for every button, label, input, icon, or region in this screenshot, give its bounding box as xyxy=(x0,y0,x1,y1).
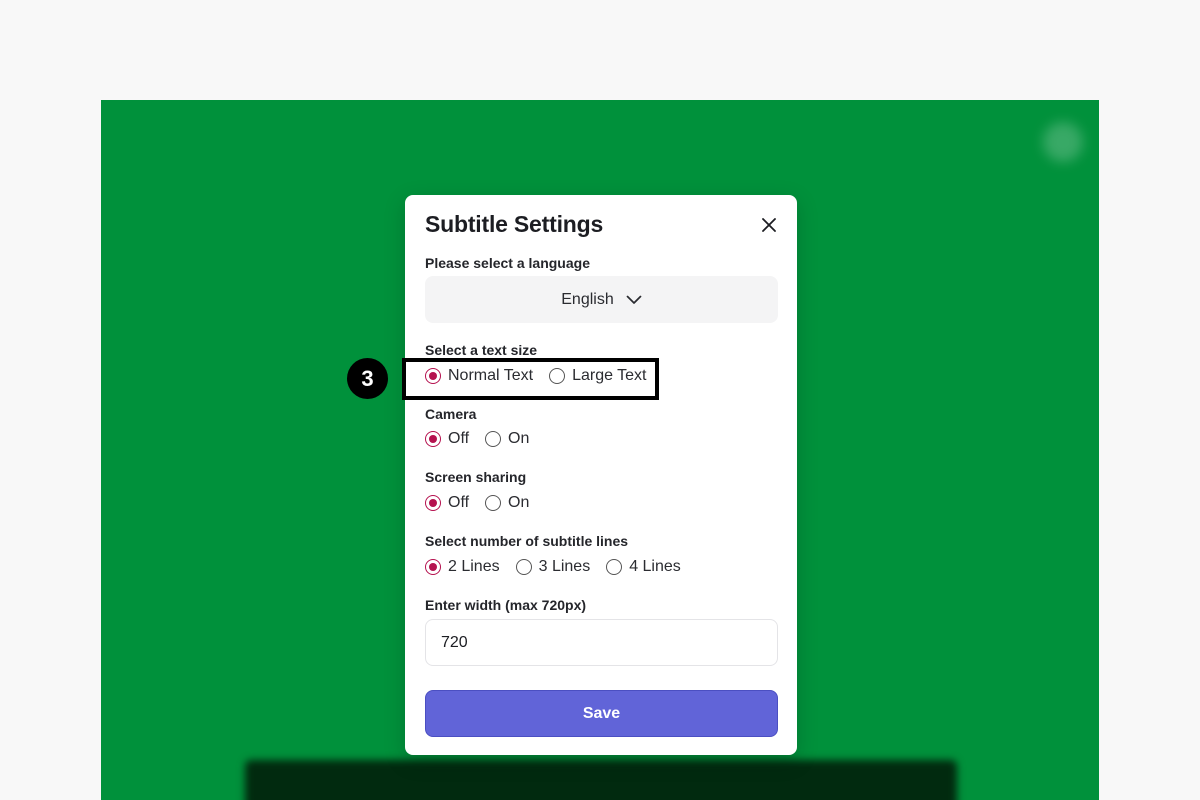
blurred-corner-button[interactable] xyxy=(1043,122,1083,162)
radio-screen-sharing-on[interactable]: On xyxy=(485,494,529,512)
close-icon xyxy=(762,218,776,232)
text-size-radio-group: Normal Text Large Text xyxy=(425,365,662,387)
screen-sharing-label: Screen sharing xyxy=(425,469,527,485)
subtitle-lines-radio-group: 2 Lines 3 Lines 4 Lines xyxy=(425,556,697,578)
radio-label: On xyxy=(508,430,530,447)
radio-label: Large Text xyxy=(572,367,647,384)
radio-label: 3 Lines xyxy=(538,558,591,575)
width-label: Enter width (max 720px) xyxy=(425,597,587,613)
radio-normal-text[interactable]: Normal Text xyxy=(425,367,533,385)
radio-4-lines[interactable]: 4 Lines xyxy=(606,558,681,576)
radio-checked-indicator[interactable] xyxy=(425,431,441,447)
radio-checked-indicator[interactable] xyxy=(425,368,441,384)
subtitle-settings-modal: Subtitle Settings Please select a langua… xyxy=(405,195,797,755)
chevron-down-icon xyxy=(626,295,642,304)
radio-camera-off[interactable]: Off xyxy=(425,430,469,448)
radio-unchecked-indicator[interactable] xyxy=(549,368,566,384)
subtitle-preview-bar xyxy=(245,760,957,800)
step-number-badge: 3 xyxy=(347,358,388,399)
radio-label: Off xyxy=(448,494,470,511)
camera-label: Camera xyxy=(425,406,477,422)
close-button[interactable] xyxy=(755,211,783,239)
radio-checked-indicator[interactable] xyxy=(425,495,441,511)
radio-checked-indicator[interactable] xyxy=(425,559,441,575)
radio-label: On xyxy=(508,494,530,511)
subtitle-lines-label: Select number of subtitle lines xyxy=(425,533,629,549)
radio-unchecked-indicator[interactable] xyxy=(485,431,502,447)
radio-label: Normal Text xyxy=(448,367,534,384)
text-size-label: Select a text size xyxy=(425,342,538,358)
modal-title: Subtitle Settings xyxy=(425,211,604,237)
width-input[interactable] xyxy=(425,619,778,666)
radio-label: 4 Lines xyxy=(629,558,681,575)
radio-label: 2 Lines xyxy=(448,558,500,575)
radio-screen-sharing-off[interactable]: Off xyxy=(425,494,469,512)
radio-label: Off xyxy=(448,430,470,447)
radio-unchecked-indicator[interactable] xyxy=(606,559,623,575)
save-button[interactable]: Save xyxy=(425,690,778,737)
language-label: Please select a language xyxy=(425,255,590,271)
radio-3-lines[interactable]: 3 Lines xyxy=(515,558,591,576)
radio-unchecked-indicator[interactable] xyxy=(515,559,532,575)
radio-2-lines[interactable]: 2 Lines xyxy=(425,558,500,576)
language-select[interactable]: English xyxy=(425,276,778,323)
radio-camera-on[interactable]: On xyxy=(485,430,529,448)
radio-large-text[interactable]: Large Text xyxy=(549,367,646,385)
radio-unchecked-indicator[interactable] xyxy=(485,495,502,511)
screen-sharing-radio-group: Off On xyxy=(425,492,545,514)
language-selected-value: English xyxy=(561,290,614,308)
camera-radio-group: Off On xyxy=(425,428,545,450)
